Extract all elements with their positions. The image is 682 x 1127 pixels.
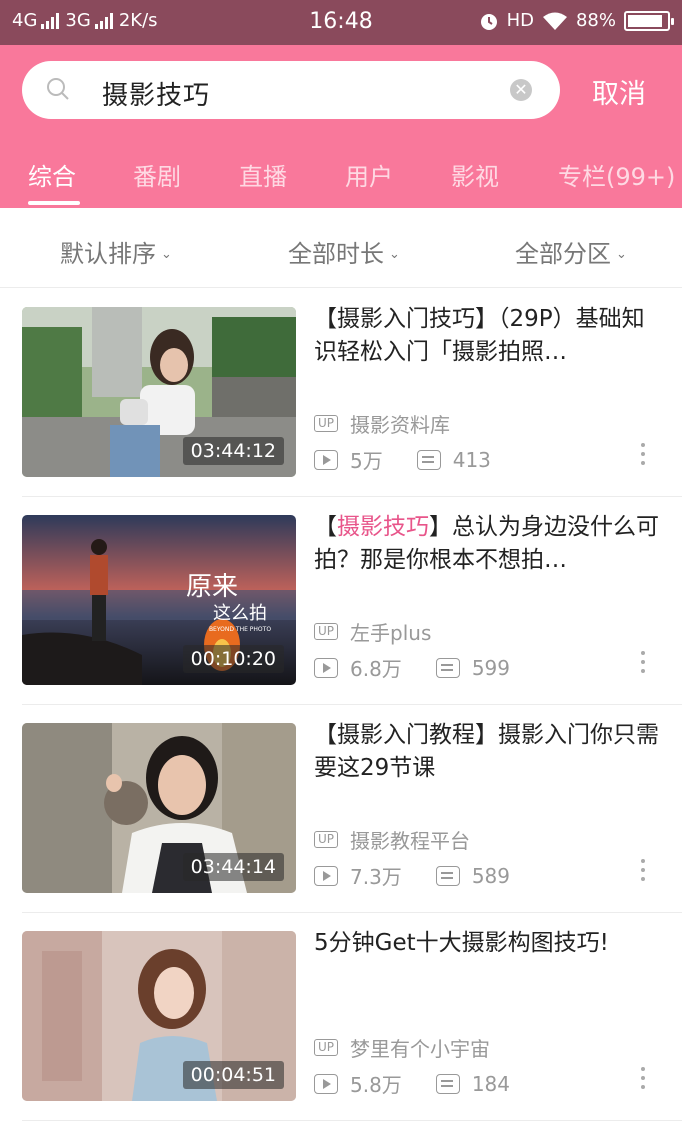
stats-row: 5.8万 184 <box>314 1069 510 1098</box>
video-thumbnail[interactable]: 原来 这么拍 BEYOND THE PHOTO 00:10:20 <box>22 515 296 685</box>
up-badge: UP <box>314 623 339 640</box>
search-box[interactable]: 摄影技巧 ✕ <box>22 61 560 119</box>
more-options-icon[interactable] <box>638 651 648 681</box>
danmaku-icon <box>435 657 460 678</box>
video-title-text: 【 <box>314 514 337 540</box>
video-result-item[interactable]: 00:04:51 5分钟Get十大摄影构图技巧! UP 梦里有个小宇宙 5.8万… <box>0 913 682 1121</box>
battery-icon <box>624 10 674 31</box>
chevron-down-icon: ⌄ <box>161 247 172 262</box>
search-header: 摄影技巧 ✕ 取消 综合 番剧 直播 用户 影视 专栏(99+) <box>0 45 682 208</box>
view-count: 7.3万 <box>350 865 402 889</box>
video-thumbnail[interactable]: 03:44:14 <box>22 723 296 893</box>
play-count-icon <box>314 865 338 886</box>
search-input[interactable]: 摄影技巧 <box>102 75 210 112</box>
up-badge: UP <box>314 415 339 432</box>
view-count: 5.8万 <box>350 1073 402 1097</box>
tab-movies[interactable]: 影视 <box>451 157 499 192</box>
hd-indicator: HD <box>506 10 534 31</box>
video-title-text: 5分钟Get十大摄影构图技巧! <box>314 930 609 956</box>
danmaku-icon <box>416 449 441 470</box>
video-title[interactable]: 【摄影入门教程】摄影入门你只需要这29节课 <box>314 719 664 785</box>
video-result-item[interactable]: 03:44:12 【摄影入门技巧】（29P）基础知识轻松入门「摄影拍照… UP … <box>0 289 682 497</box>
stats-row: 6.8万 599 <box>314 653 510 682</box>
stats-row: 7.3万 589 <box>314 861 510 890</box>
clear-icon[interactable]: ✕ <box>510 79 532 101</box>
video-result-item[interactable]: 03:44:14 【摄影入门教程】摄影入门你只需要这29节课 UP 摄影教程平台… <box>0 705 682 913</box>
sort-filter[interactable]: 默认排序 ⌄ <box>60 234 172 269</box>
status-right: HD 88% <box>471 10 674 31</box>
video-title-text: 【摄影入门技巧】（29P）基础知识轻松入门「摄影拍照… <box>314 306 645 365</box>
uploader-name: 左手plus <box>350 621 432 645</box>
up-badge: UP <box>314 831 339 848</box>
tab-all[interactable]: 综合 <box>28 157 76 192</box>
more-options-icon[interactable] <box>638 1067 648 1097</box>
uploader-name: 摄影资料库 <box>350 413 451 437</box>
tab-live[interactable]: 直播 <box>239 157 287 192</box>
sort-filter-label: 默认排序 <box>60 240 156 268</box>
danmaku-count: 184 <box>471 1071 510 1096</box>
more-options-icon[interactable] <box>638 443 648 473</box>
title-keyword-highlight: 摄影技巧 <box>337 514 429 540</box>
video-title[interactable]: 【摄影技巧】总认为身边没什么可拍？那是你根本不想拍… <box>314 511 664 577</box>
thumbnail-overlay-caption: BEYOND THE PHOTO <box>209 626 271 633</box>
active-tab-indicator <box>28 201 80 205</box>
uploader-row[interactable]: UP 摄影资料库 <box>314 409 450 438</box>
danmaku-count: 599 <box>471 655 510 680</box>
stats-row: 5万 413 <box>314 445 491 474</box>
uploader-row[interactable]: UP 摄影教程平台 <box>314 825 470 854</box>
duration-badge: 03:44:12 <box>182 437 284 465</box>
thumbnail-overlay-subtitle: 这么拍 <box>213 603 267 624</box>
uploader-row[interactable]: UP 左手plus <box>314 617 431 646</box>
duration-badge: 00:10:20 <box>182 645 284 673</box>
duration-badge: 03:44:14 <box>182 853 284 881</box>
video-title[interactable]: 【摄影入门技巧】（29P）基础知识轻松入门「摄影拍照… <box>314 303 664 369</box>
tab-users[interactable]: 用户 <box>345 157 393 192</box>
danmaku-icon <box>435 865 460 886</box>
danmaku-icon <box>435 1073 460 1094</box>
video-thumbnail[interactable]: 00:04:51 <box>22 931 296 1101</box>
alarm-icon <box>480 13 497 30</box>
category-filter[interactable]: 全部分区 ⌄ <box>515 234 627 269</box>
play-count-icon <box>314 1073 338 1094</box>
danmaku-count: 413 <box>452 447 491 472</box>
uploader-name: 梦里有个小宇宙 <box>350 1037 491 1061</box>
video-thumbnail[interactable]: 03:44:12 <box>22 307 296 477</box>
duration-badge: 00:04:51 <box>182 1061 284 1089</box>
chevron-down-icon: ⌄ <box>389 247 400 262</box>
tab-articles[interactable]: 专栏(99+) <box>558 157 675 192</box>
filter-bar: 默认排序 ⌄ 全部时长 ⌄ 全部分区 ⌄ <box>0 208 682 288</box>
up-badge: UP <box>314 1039 339 1056</box>
danmaku-count: 589 <box>471 863 510 888</box>
view-count: 5万 <box>350 449 383 473</box>
cancel-button[interactable]: 取消 <box>592 72 646 111</box>
thumbnail-overlay-title: 原来 <box>186 572 238 602</box>
search-icon <box>47 78 69 100</box>
battery-fill <box>628 14 663 27</box>
play-count-icon <box>314 449 338 470</box>
uploader-name: 摄影教程平台 <box>350 829 471 853</box>
more-options-icon[interactable] <box>638 859 648 889</box>
video-title[interactable]: 5分钟Get十大摄影构图技巧! <box>314 927 664 960</box>
divider <box>22 1120 682 1121</box>
status-bar: 4G 3G 2K/s 16:48 HD 88% <box>0 0 682 45</box>
view-count: 6.8万 <box>350 657 402 681</box>
video-result-item[interactable]: 原来 这么拍 BEYOND THE PHOTO 00:10:20 【摄影技巧】总… <box>0 497 682 705</box>
uploader-row[interactable]: UP 梦里有个小宇宙 <box>314 1033 490 1062</box>
wifi-icon <box>542 12 567 30</box>
duration-filter[interactable]: 全部时长 ⌄ <box>288 234 400 269</box>
video-title-text: 【摄影入门教程】摄影入门你只需要这29节课 <box>314 722 659 781</box>
duration-filter-label: 全部时长 <box>288 240 384 268</box>
result-tabs: 综合 番剧 直播 用户 影视 专栏(99+) <box>0 153 682 208</box>
chevron-down-icon: ⌄ <box>616 247 627 262</box>
tab-bangumi[interactable]: 番剧 <box>133 157 181 192</box>
battery-percent: 88% <box>575 10 616 31</box>
category-filter-label: 全部分区 <box>515 240 611 268</box>
play-count-icon <box>314 657 338 678</box>
